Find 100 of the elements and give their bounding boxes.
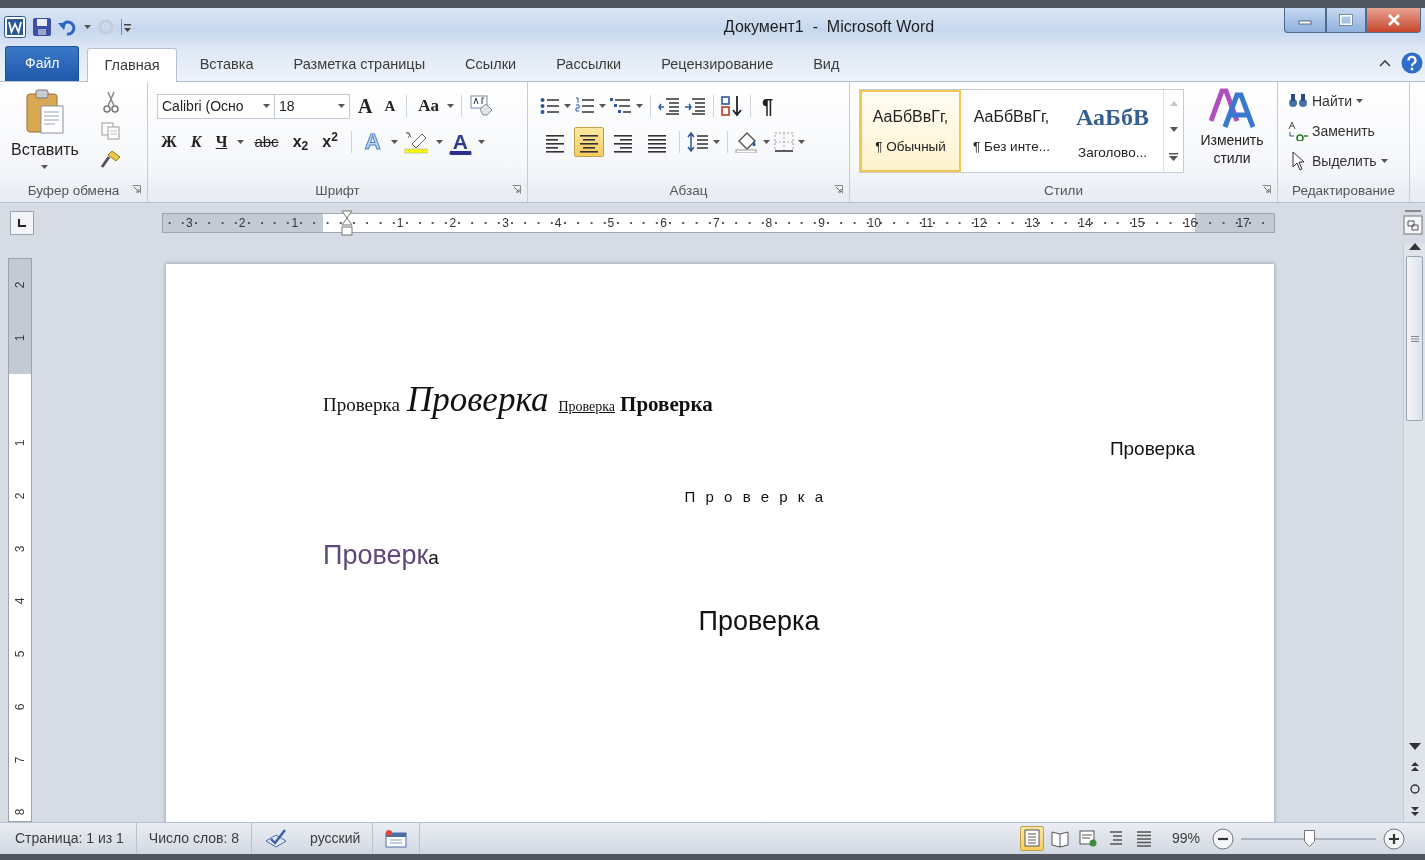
word-logo-icon[interactable] bbox=[4, 15, 26, 38]
sort-icon[interactable] bbox=[721, 95, 743, 117]
change-case-button[interactable]: Aa bbox=[414, 93, 444, 119]
align-center-button[interactable] bbox=[574, 127, 604, 157]
dialog-launcher-icon[interactable] bbox=[834, 185, 843, 194]
macro-record-icon[interactable] bbox=[385, 829, 408, 848]
style-sample: АаБбВвГг, bbox=[872, 106, 949, 127]
style-gallery-item[interactable]: АаБбВ Заголово... bbox=[1062, 90, 1163, 172]
ribbon-tab[interactable]: Вставка bbox=[182, 47, 271, 81]
scroll-down-icon[interactable] bbox=[1408, 743, 1421, 750]
ruler-number: 3 bbox=[12, 545, 28, 553]
caret-icon[interactable] bbox=[713, 140, 720, 144]
ribbon-tab[interactable]: Вид bbox=[796, 47, 857, 81]
print-view-button[interactable] bbox=[1019, 826, 1044, 851]
word-count[interactable]: Число слов: 8 bbox=[148, 828, 240, 849]
save-icon[interactable] bbox=[32, 16, 52, 37]
line-spacing-icon[interactable] bbox=[687, 132, 709, 152]
caret-icon[interactable] bbox=[599, 104, 606, 108]
collapse-ribbon-icon[interactable] bbox=[1379, 59, 1391, 67]
minimize-button[interactable] bbox=[1284, 8, 1326, 33]
zoom-slider-thumb[interactable] bbox=[1303, 829, 1315, 847]
split-view-icon[interactable] bbox=[1403, 210, 1423, 236]
font-name-field[interactable]: Calibri (Осно bbox=[157, 93, 275, 119]
ruler-number: 4 bbox=[12, 598, 28, 605]
superscript-button[interactable]: x$^{2}$ bbox=[318, 129, 342, 155]
find-button[interactable]: Найти bbox=[1284, 86, 1392, 116]
ribbon-tab[interactable]: Рецензирование bbox=[644, 47, 791, 81]
ribbon-tab[interactable]: Разметка страницы bbox=[276, 47, 443, 81]
increase-indent-icon[interactable] bbox=[684, 97, 706, 115]
caret-icon[interactable] bbox=[798, 140, 805, 144]
zoom-out-icon[interactable] bbox=[1212, 827, 1234, 850]
decrease-indent-icon[interactable] bbox=[658, 97, 680, 115]
caret-icon[interactable] bbox=[338, 104, 345, 108]
caret-icon[interactable] bbox=[447, 104, 455, 108]
show-formatting-marks-button[interactable]: ¶ bbox=[758, 93, 778, 119]
proofing-check-icon[interactable] bbox=[264, 828, 289, 849]
zoom-in-icon[interactable] bbox=[1383, 827, 1405, 850]
numbered-list-icon[interactable] bbox=[575, 97, 595, 115]
zoom-level-label[interactable]: 99% bbox=[1171, 828, 1200, 849]
caret-icon[interactable] bbox=[477, 140, 485, 144]
next-page-icon[interactable] bbox=[1410, 806, 1419, 816]
customize-icon[interactable] bbox=[121, 18, 131, 35]
borders-icon[interactable] bbox=[774, 132, 794, 152]
caret-icon[interactable] bbox=[84, 24, 91, 29]
change-styles-button[interactable]: Изменить стили bbox=[1188, 86, 1276, 180]
caret-icon[interactable] bbox=[564, 104, 571, 108]
scroll-down-icon[interactable] bbox=[1169, 127, 1178, 132]
caret-icon[interactable] bbox=[636, 104, 643, 108]
caret-icon[interactable] bbox=[237, 140, 245, 144]
select-button[interactable]: Выделить bbox=[1284, 146, 1392, 176]
style-gallery-item[interactable]: АаБбВвГг, ¶ Обычный bbox=[860, 90, 961, 172]
ribbon-tab[interactable]: Главная bbox=[87, 48, 177, 82]
shrink-font-button[interactable]: A bbox=[380, 93, 400, 119]
dialog-launcher-icon[interactable] bbox=[132, 185, 141, 194]
underline-button[interactable]: Ч bbox=[211, 129, 232, 155]
dialog-launcher-icon[interactable] bbox=[1262, 185, 1271, 194]
ruler-number: 12 bbox=[971, 215, 988, 232]
ruler-number: 9 bbox=[817, 215, 826, 232]
maximize-button[interactable] bbox=[1326, 8, 1366, 33]
browse-object-icon[interactable] bbox=[1409, 784, 1420, 794]
language-label[interactable]: русский bbox=[310, 828, 361, 849]
multilevel-list-icon[interactable] bbox=[610, 97, 632, 115]
caret-icon[interactable] bbox=[763, 140, 770, 144]
font-color-button[interactable]: A bbox=[448, 129, 472, 155]
close-button[interactable] bbox=[1366, 8, 1421, 33]
caret-icon[interactable] bbox=[435, 140, 443, 144]
grow-font-button[interactable]: A bbox=[354, 93, 377, 119]
font-name-value: Calibri (Осно bbox=[162, 96, 244, 116]
more-styles-icon[interactable] bbox=[1169, 153, 1178, 162]
italic-button[interactable]: К bbox=[186, 129, 206, 155]
help-icon[interactable] bbox=[1401, 52, 1423, 74]
ribbon-tab[interactable]: Ссылки bbox=[448, 47, 534, 81]
paintbrush-icon[interactable] bbox=[99, 149, 122, 170]
tab-selector-button[interactable] bbox=[10, 211, 34, 235]
subscript-button[interactable]: x$_{2}$ bbox=[288, 129, 313, 155]
paste-button[interactable]: Вставить bbox=[4, 86, 86, 180]
ruler-number: 3 bbox=[501, 215, 510, 232]
ruler-number: 6 bbox=[659, 215, 668, 232]
scissors-icon[interactable] bbox=[102, 90, 119, 113]
ribbon-tab[interactable]: Рассылки bbox=[539, 47, 639, 81]
replace-button[interactable]: Заменить bbox=[1284, 116, 1392, 146]
caret-icon[interactable] bbox=[263, 104, 270, 108]
ruler-number: 8 bbox=[764, 215, 774, 232]
bullet-list-icon[interactable] bbox=[540, 97, 560, 115]
style-gallery-item[interactable]: АаБбВвГг, ¶ Без инте... bbox=[961, 90, 1062, 172]
scrollbar-thumb[interactable] bbox=[1406, 256, 1423, 421]
previous-page-icon[interactable] bbox=[1410, 762, 1419, 772]
caret-icon[interactable] bbox=[390, 140, 398, 144]
indent-marker-icon[interactable] bbox=[341, 210, 354, 236]
dialog-launcher-icon[interactable] bbox=[512, 185, 521, 194]
font-size-field[interactable]: 18 bbox=[274, 93, 350, 119]
ribbon-tab[interactable]: Файл bbox=[5, 46, 80, 81]
paint-bucket-icon[interactable] bbox=[735, 131, 759, 153]
document-text: Проверка bbox=[1109, 436, 1195, 461]
highlighter-icon[interactable] bbox=[403, 130, 430, 154]
ruler-number: 7 bbox=[711, 215, 721, 232]
strikethrough-button[interactable]: abc bbox=[250, 129, 283, 155]
clear-formatting-icon[interactable] bbox=[469, 95, 494, 117]
page-count[interactable]: Страница: 1 из 1 bbox=[15, 828, 124, 849]
bold-button[interactable]: Ж bbox=[157, 129, 181, 155]
